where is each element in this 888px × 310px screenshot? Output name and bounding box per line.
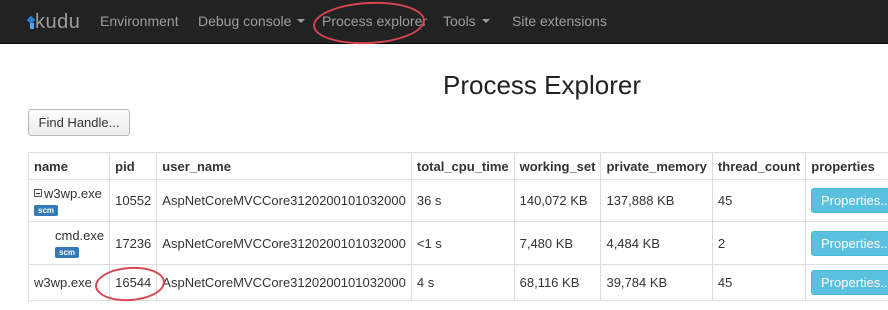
table-row: w3wp.exe scm 10552 AspNetCoreMVCCore3120… [27, 179, 888, 222]
brand-name: kudu [35, 11, 81, 33]
properties-cell: Properties.. [805, 221, 888, 265]
nav-environment[interactable]: Environment [100, 0, 179, 44]
column-header-properties: properties [805, 152, 888, 180]
process-name-cell: w3wp.exe scm [27, 179, 111, 222]
process-table: name pid user_name total_cpu_time workin… [27, 152, 888, 301]
working-set-cell: 68,116 KB [513, 264, 602, 301]
user-name-cell: AspNetCoreMVCCore3120200101032000 [156, 264, 412, 301]
scm-badge: scm [55, 247, 80, 258]
column-header-pid: pid [109, 152, 158, 180]
thread-count-cell: 45 [711, 264, 807, 301]
private-memory-cell: 39,784 KB [600, 264, 713, 301]
pid-cell: 16544 [109, 264, 158, 301]
nav-site-extensions[interactable]: Site extensions [512, 0, 607, 44]
thread-count-cell: 2 [711, 221, 807, 265]
properties-cell: Properties.. [805, 179, 888, 222]
private-memory-cell: 137,888 KB [600, 179, 713, 222]
table-header-row: name pid user_name total_cpu_time workin… [27, 152, 888, 180]
table-row: cmd.exe scm 17236 AspNetCoreMVCCore31202… [27, 221, 888, 265]
user-name-cell: AspNetCoreMVCCore3120200101032000 [156, 221, 412, 265]
working-set-cell: 140,072 KB [513, 179, 602, 222]
chevron-down-icon [481, 19, 490, 24]
nav-process-explorer[interactable]: Process explorer [322, 0, 427, 44]
properties-cell: Properties.. [805, 264, 888, 301]
working-set-cell: 7,480 KB [513, 221, 602, 265]
nav-tools[interactable]: Tools [443, 0, 490, 44]
collapse-icon[interactable] [34, 189, 42, 197]
cpu-time-cell: 36 s [410, 179, 515, 222]
properties-button[interactable]: Properties.. [811, 230, 888, 256]
column-header-working-set: working_set [513, 152, 602, 180]
properties-button[interactable]: Properties.. [811, 270, 888, 295]
user-name-cell: AspNetCoreMVCCore3120200101032000 [156, 179, 412, 222]
pid-cell: 10552 [109, 179, 158, 222]
column-header-private-memory: private_memory [600, 152, 713, 180]
chevron-down-icon [297, 19, 306, 24]
private-memory-cell: 4,484 KB [600, 221, 713, 265]
process-name: cmd.exe [55, 228, 105, 243]
scm-badge: scm [34, 204, 59, 216]
kudu-logo[interactable]: kudu [28, 10, 80, 34]
cpu-time-cell: <1 s [410, 221, 515, 265]
thread-count-cell: 45 [711, 179, 807, 222]
column-header-total-cpu-time: total_cpu_time [410, 152, 515, 180]
pid-cell: 17236 [109, 221, 158, 265]
process-name-cell: w3wp.exe [27, 264, 111, 301]
cpu-time-cell: 4 s [410, 264, 515, 301]
column-header-user-name: user_name [156, 152, 412, 180]
process-name: w3wp.exe [44, 185, 102, 201]
page-title: Process Explorer [443, 70, 641, 100]
properties-button[interactable]: Properties.. [811, 188, 888, 213]
find-handle-button[interactable]: Find Handle... [28, 109, 130, 136]
top-navbar: kudu Environment Debug console Process e… [0, 0, 888, 44]
kudu-logo-icon [28, 15, 34, 29]
column-header-thread-count: thread_count [711, 152, 807, 180]
process-name-cell: cmd.exe scm [27, 221, 111, 265]
nav-debug-console[interactable]: Debug console [198, 0, 306, 44]
table-row: w3wp.exe 16544 AspNetCoreMVCCore31202001… [27, 264, 888, 301]
column-header-name: name [27, 152, 111, 180]
